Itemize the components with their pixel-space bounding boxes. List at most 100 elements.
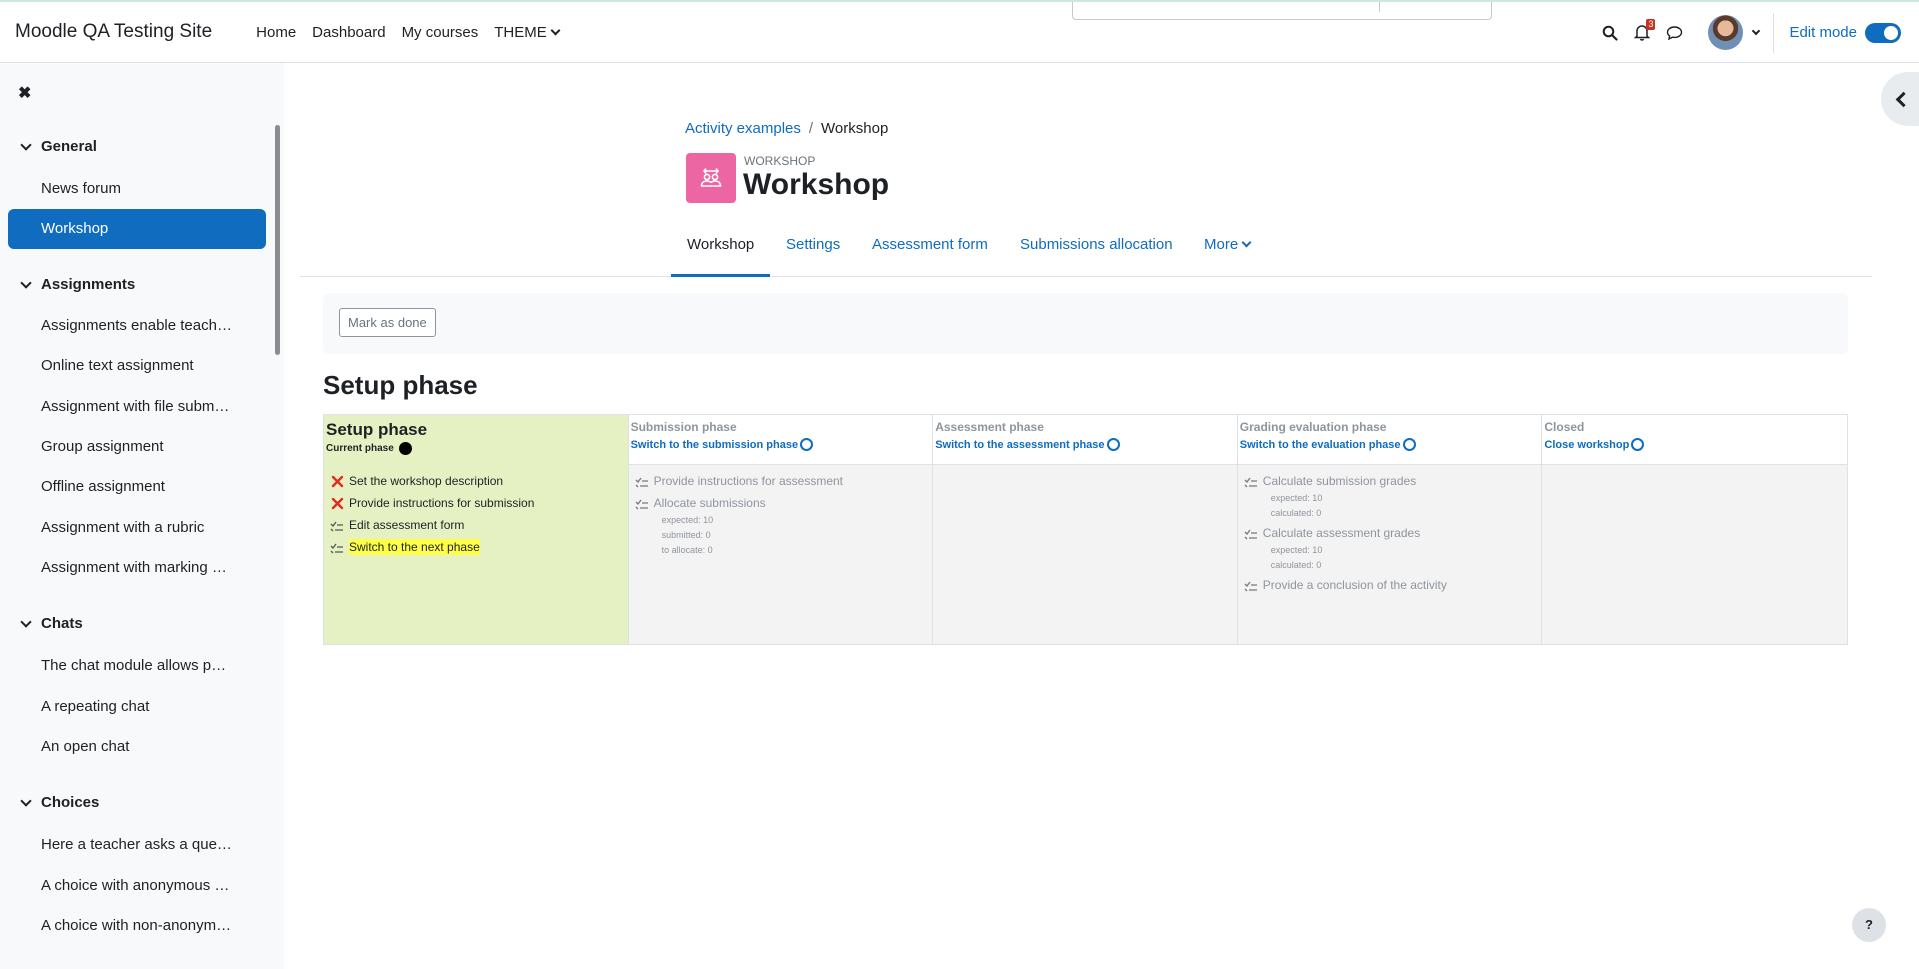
task-item: Edit assessment form (329, 517, 623, 533)
nav-my-courses[interactable]: My courses (394, 24, 487, 41)
drawer-item-chat[interactable]: An open chat (8, 727, 266, 767)
edit-mode-label[interactable]: Edit mode (1789, 24, 1857, 41)
switch-phase-label: Close workshop (1544, 438, 1630, 451)
phase-setup: Setup phase Current phase Set the worksh… (324, 415, 629, 644)
phase-tasks: Calculate submission grades expected: 10… (1238, 465, 1542, 607)
drawer-item-assignment[interactable]: Assignment with file subm… (8, 387, 266, 427)
search-button[interactable] (1594, 17, 1626, 49)
help-button[interactable]: ? (1852, 908, 1886, 942)
tab-more-dropdown[interactable]: More (1188, 225, 1266, 277)
people-icon (700, 168, 722, 187)
task-detail: expected: 10 (661, 515, 714, 525)
task-text: Provide instructions for assessment (653, 474, 844, 488)
activity-pretitle: WORKSHOP (744, 154, 816, 168)
task-text: Allocate submissions (653, 496, 766, 510)
notification-count-badge: 3 (1646, 18, 1656, 30)
course-index-drawer: ✖ General News forum Workshop Assignment… (0, 63, 284, 969)
switch-phase-label: Switch to the evaluation phase (1239, 438, 1401, 451)
task-link[interactable]: Provide instructions for submission (349, 495, 534, 511)
search-icon (1603, 25, 1619, 41)
section-choices[interactable]: Choices (0, 794, 270, 811)
task-group: Allocate submissions expected: 10 submit… (634, 495, 928, 558)
task-text: Provide a conclusion of the activity (1262, 578, 1447, 592)
user-menu-chevron-down-icon[interactable] (1752, 26, 1761, 35)
drawer-item-news-forum[interactable]: News forum (8, 169, 266, 209)
phase-name: Closed (1544, 420, 1585, 434)
task-item: Allocate submissions (634, 495, 928, 511)
phase-name: Assessment phase (935, 420, 1044, 434)
nav-theme-dropdown[interactable]: THEME (486, 24, 567, 41)
drawer-item-assignment[interactable]: Assignments enable teach… (8, 306, 266, 346)
task-item: Provide instructions for submission (329, 495, 623, 511)
open-circle-icon (1631, 438, 1645, 451)
task-detail: calculated: 0 (1270, 508, 1322, 518)
phase-tasks: Set the workshop description Provide ins… (324, 465, 628, 569)
messages-button[interactable] (1658, 17, 1690, 49)
drawer-item-choice[interactable]: Here a teacher asks a que… (8, 825, 266, 865)
phase-assessment: Assessment phase Switch to the assessmen… (933, 415, 1238, 644)
task-link[interactable]: Edit assessment form (349, 517, 464, 533)
tab-submissions-allocation[interactable]: Submissions allocation (1004, 225, 1189, 277)
task-detail: expected: 10 (1270, 493, 1323, 503)
drawer-scrollbar[interactable] (275, 125, 280, 355)
phase-header: Setup phase Current phase (324, 415, 628, 465)
drawer-item-assignment[interactable]: Online text assignment (8, 346, 266, 386)
workshop-planner: Setup phase Current phase Set the worksh… (323, 414, 1848, 645)
drawer-item-chat[interactable]: A repeating chat (8, 687, 266, 727)
open-circle-icon (800, 438, 814, 451)
tab-settings[interactable]: Settings (770, 225, 856, 277)
task-group: Calculate assessment grades expected: 10… (1243, 525, 1537, 573)
switch-phase-link[interactable]: Close workshop (1544, 438, 1845, 451)
task-item: Calculate assessment grades (1243, 525, 1537, 541)
notifications-button[interactable]: 3 (1626, 17, 1658, 49)
nav-home[interactable]: Home (248, 24, 304, 41)
tab-assessment-form[interactable]: Assessment form (856, 225, 1004, 277)
phase-tasks: Provide instructions for assessment Allo… (629, 465, 933, 570)
drawer-item-choice[interactable]: A choice with anonymous … (8, 866, 266, 906)
drawer-item-assignment[interactable]: Assignment with a rubric (8, 508, 266, 548)
switch-phase-link[interactable]: Switch to the submission phase (631, 438, 931, 451)
switch-phase-link[interactable]: Switch to the assessment phase (935, 438, 1235, 451)
section-assignments[interactable]: Assignments (0, 276, 270, 293)
todo-list-icon (329, 539, 345, 555)
section-chats[interactable]: Chats (0, 615, 270, 632)
edit-mode-toggle[interactable] (1865, 22, 1901, 43)
phase-header: Assessment phase Switch to the assessmen… (933, 415, 1237, 465)
task-detail: expected: 10 (1270, 545, 1323, 555)
drawer-item-choice[interactable]: A choice with non-anonym… (8, 906, 266, 946)
task-link[interactable]: Set the workshop description (349, 473, 503, 489)
site-name-link[interactable]: Moodle QA Testing Site (15, 21, 212, 43)
drawer-item-chat[interactable]: The chat module allows p… (8, 646, 266, 686)
task-detail: submitted: 0 (661, 530, 711, 540)
drawer-item-assignment[interactable]: Offline assignment (8, 467, 266, 507)
todo-list-icon (1243, 473, 1259, 489)
drawer-item-assignment[interactable]: Assignment with marking … (8, 548, 266, 588)
phase-submission: Submission phase Switch to the submissio… (628, 415, 934, 644)
red-cross-icon (329, 495, 345, 511)
mark-as-done-button[interactable]: Mark as done (339, 308, 436, 337)
section-general[interactable]: General (0, 138, 270, 155)
breadcrumb-activity-examples[interactable]: Activity examples (685, 120, 801, 137)
activity-completion-area: Mark as done (323, 293, 1848, 354)
todo-list-icon (329, 517, 345, 533)
task-group: Calculate submission grades expected: 10… (1243, 473, 1537, 521)
tab-workshop[interactable]: Workshop (671, 225, 771, 277)
open-block-drawer-chevron-left-icon[interactable] (1881, 72, 1919, 126)
drawer-item-workshop[interactable]: Workshop (8, 209, 266, 249)
todo-list-icon (634, 473, 650, 489)
switch-phase-label: Switch to the submission phase (630, 438, 799, 451)
drawer-item-assignment[interactable]: Group assignment (8, 427, 266, 467)
top-navbar: Moodle QA Testing Site Home Dashboard My… (0, 0, 1919, 63)
current-phase-heading: Setup phase (323, 370, 478, 400)
switch-phase-link[interactable]: Switch to the evaluation phase (1240, 438, 1540, 451)
user-avatar[interactable] (1708, 15, 1744, 50)
red-cross-icon (329, 473, 345, 489)
task-item: Set the workshop description (329, 473, 623, 489)
phase-closed: Closed Close workshop (1542, 415, 1847, 644)
close-drawer-icon[interactable]: ✖ (18, 83, 31, 103)
nav-dashboard[interactable]: Dashboard (304, 24, 393, 41)
filled-circle-icon (398, 442, 412, 455)
phase-header: Submission phase Switch to the submissio… (628, 415, 933, 465)
primary-navigation: Home Dashboard My courses THEME (248, 24, 567, 41)
workshop-activity-icon (686, 153, 736, 203)
